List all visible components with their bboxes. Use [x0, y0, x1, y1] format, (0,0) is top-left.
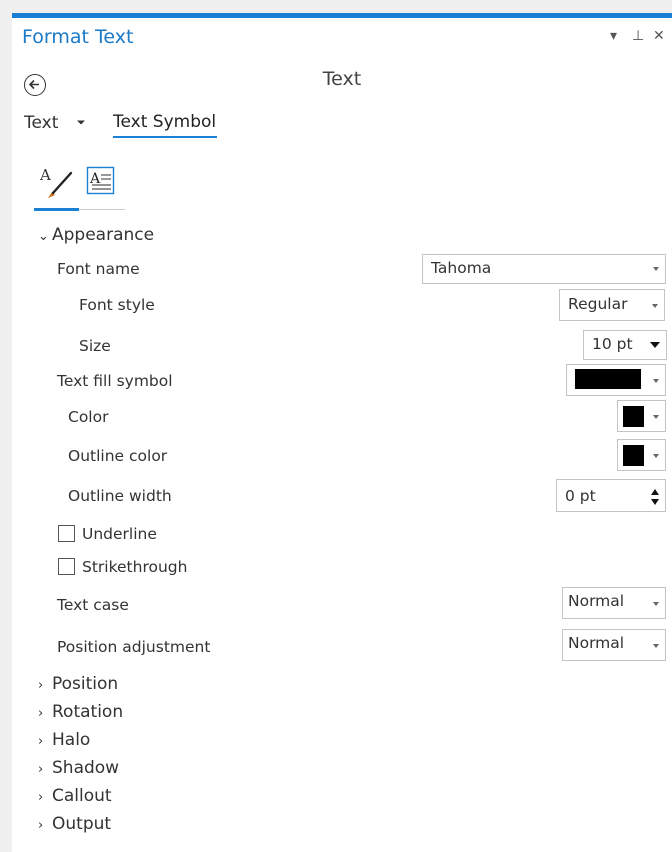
position-adjustment-dropdown[interactable]: Normal — [562, 629, 666, 661]
pin-icon[interactable]: ⊥ — [632, 28, 644, 44]
section-callout[interactable]: › Callout — [38, 786, 112, 806]
chevron-down-icon: ⌄ — [38, 229, 49, 244]
section-label: Rotation — [52, 702, 124, 722]
font-name-label: Font name — [57, 260, 140, 278]
section-shadow[interactable]: › Shadow — [38, 758, 119, 778]
breadcrumb-active-indicator — [113, 136, 217, 138]
size-label: Size — [79, 337, 111, 355]
appearance-section-header[interactable]: ⌄ Appearance — [38, 225, 154, 245]
dropdown-arrow-icon — [650, 342, 660, 348]
section-halo[interactable]: › Halo — [38, 730, 90, 750]
chevron-right-icon: › — [38, 762, 44, 777]
breadcrumb-dropdown-icon[interactable] — [76, 117, 86, 127]
font-style-dropdown[interactable]: Regular — [559, 289, 665, 321]
size-value: 10 pt — [592, 335, 633, 353]
section-label: Callout — [52, 786, 112, 806]
text-case-label: Text case — [57, 596, 129, 614]
dropdown-arrow-icon — [653, 454, 659, 458]
chevron-right-icon: › — [38, 706, 44, 721]
dropdown-arrow-icon — [653, 415, 659, 419]
breadcrumb-parent[interactable]: Text — [24, 113, 58, 133]
section-label: Shadow — [52, 758, 120, 778]
dropdown-arrow-icon — [653, 267, 659, 271]
outline-color-swatch — [623, 445, 644, 466]
outline-width-spinner[interactable]: 0 pt — [556, 479, 666, 512]
symbol-brush-icon[interactable]: A — [38, 164, 74, 200]
section-label: Position — [52, 674, 119, 694]
font-name-value: Tahoma — [431, 259, 492, 277]
underline-label: Underline — [82, 525, 157, 543]
pane-menu-button[interactable]: ▾ — [610, 28, 617, 44]
section-rotation[interactable]: › Rotation — [38, 702, 123, 722]
color-picker[interactable] — [617, 400, 666, 432]
section-label: Halo — [52, 730, 91, 750]
breadcrumb-current[interactable]: Text Symbol — [113, 112, 216, 132]
format-text-pane: Format Text ▾ ⊥ ✕ Text Text Text Symbol … — [12, 13, 672, 852]
decrement-icon[interactable] — [651, 499, 659, 505]
text-fill-symbol-label: Text fill symbol — [57, 372, 173, 390]
underline-checkbox[interactable] — [58, 525, 75, 542]
increment-icon[interactable] — [651, 489, 659, 495]
font-name-dropdown[interactable]: Tahoma — [422, 254, 666, 284]
strikethrough-checkbox[interactable] — [58, 558, 75, 575]
outline-width-label: Outline width — [68, 487, 172, 505]
text-properties-icon[interactable]: A — [84, 164, 118, 198]
outline-color-label: Outline color — [68, 447, 168, 465]
dropdown-arrow-icon — [653, 379, 659, 383]
color-label: Color — [68, 408, 109, 426]
section-label: Output — [52, 814, 112, 834]
chevron-right-icon: › — [38, 818, 44, 833]
chevron-right-icon: › — [38, 790, 44, 805]
dropdown-arrow-icon — [653, 644, 659, 648]
font-style-value: Regular — [568, 295, 628, 313]
pane-title: Format Text — [22, 26, 134, 48]
fill-swatch — [575, 369, 641, 389]
svg-text:A: A — [39, 166, 51, 184]
position-adjustment-value: Normal — [568, 634, 625, 652]
chevron-right-icon: › — [38, 734, 44, 749]
close-button[interactable]: ✕ — [653, 28, 665, 44]
strikethrough-label: Strikethrough — [82, 558, 188, 576]
size-dropdown[interactable]: 10 pt — [583, 330, 667, 360]
chevron-right-icon: › — [38, 678, 44, 693]
position-adjustment-label: Position adjustment — [57, 638, 211, 656]
text-case-value: Normal — [568, 592, 625, 610]
dropdown-arrow-icon — [652, 304, 658, 308]
outline-color-picker[interactable] — [617, 439, 666, 471]
outline-width-value: 0 pt — [565, 487, 596, 505]
tab-active-indicator — [34, 208, 79, 211]
appearance-label: Appearance — [52, 225, 155, 245]
text-fill-symbol-picker[interactable] — [566, 364, 666, 396]
color-swatch — [623, 406, 644, 427]
section-position[interactable]: › Position — [38, 674, 118, 694]
tab-divider — [79, 209, 125, 210]
section-output[interactable]: › Output — [38, 814, 111, 834]
font-style-label: Font style — [79, 296, 155, 314]
text-case-dropdown[interactable]: Normal — [562, 587, 666, 619]
dropdown-arrow-icon — [653, 602, 659, 606]
page-heading: Text — [322, 68, 362, 90]
